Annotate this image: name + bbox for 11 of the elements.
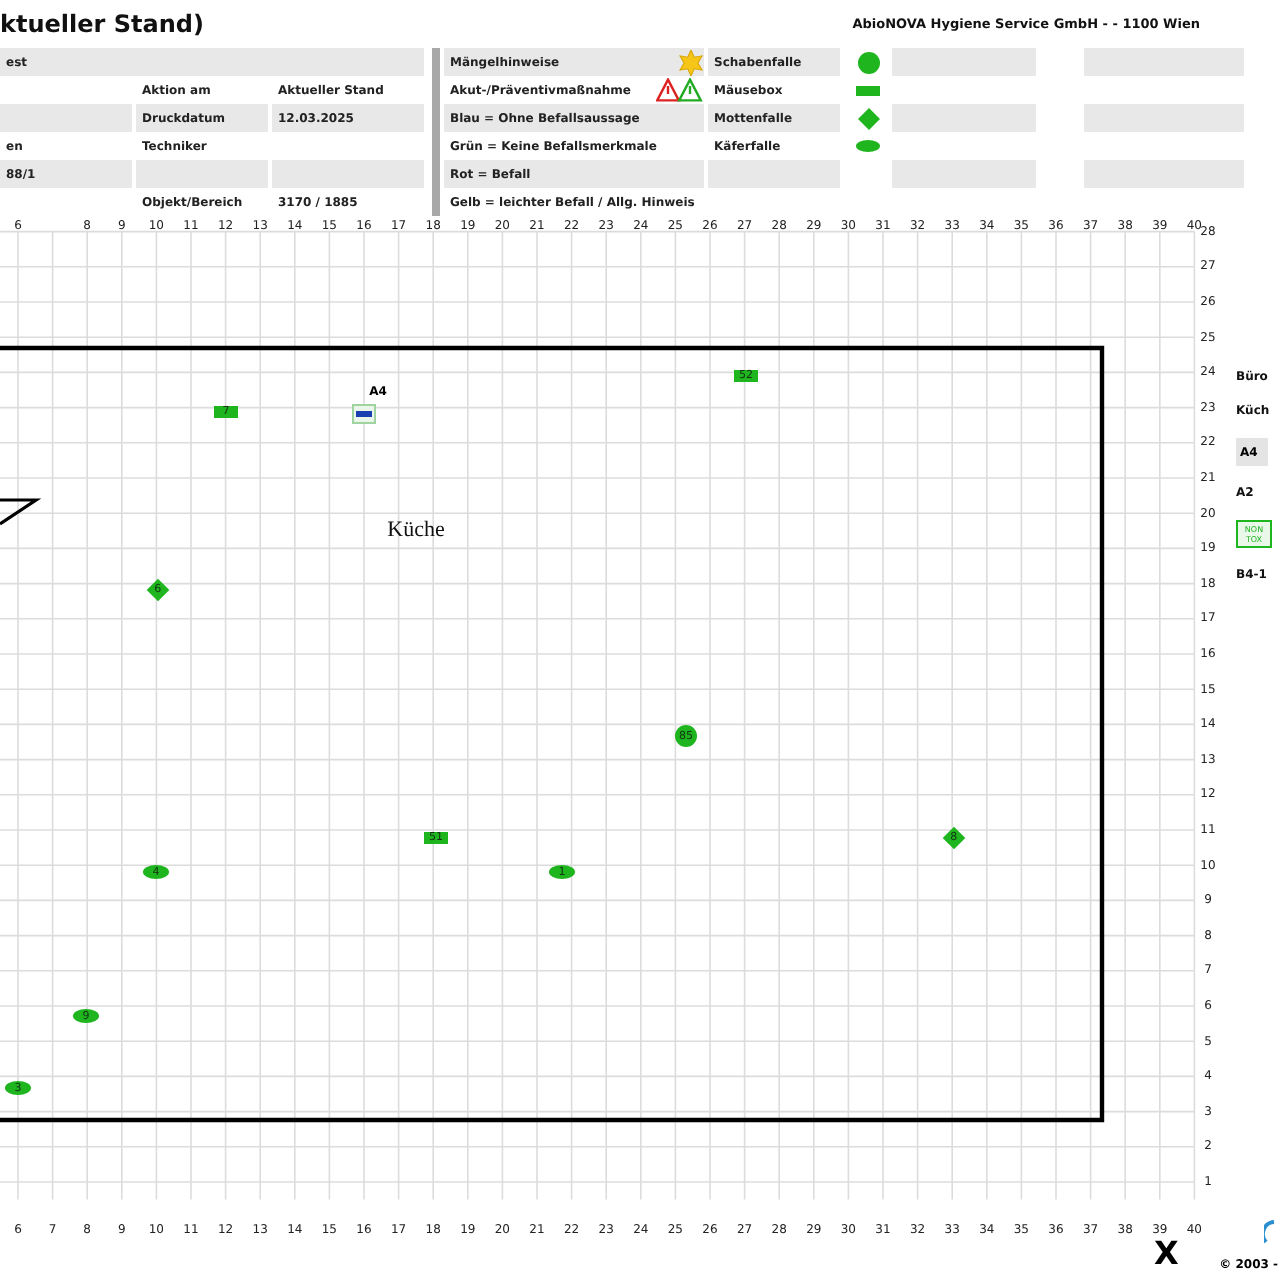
star-icon xyxy=(678,49,704,75)
room-label: Küche xyxy=(387,518,445,542)
rectangle-icon xyxy=(856,85,880,95)
circle-icon xyxy=(857,51,879,73)
warning-icons xyxy=(656,78,704,102)
diamond-icon xyxy=(857,107,879,129)
station-icon[interactable] xyxy=(352,404,376,424)
axis-title: X xyxy=(1154,1234,1179,1272)
ellipse-icon xyxy=(856,140,880,152)
page-title: ktueller Stand) xyxy=(0,10,204,38)
logo-arc-icon xyxy=(1264,1220,1276,1244)
